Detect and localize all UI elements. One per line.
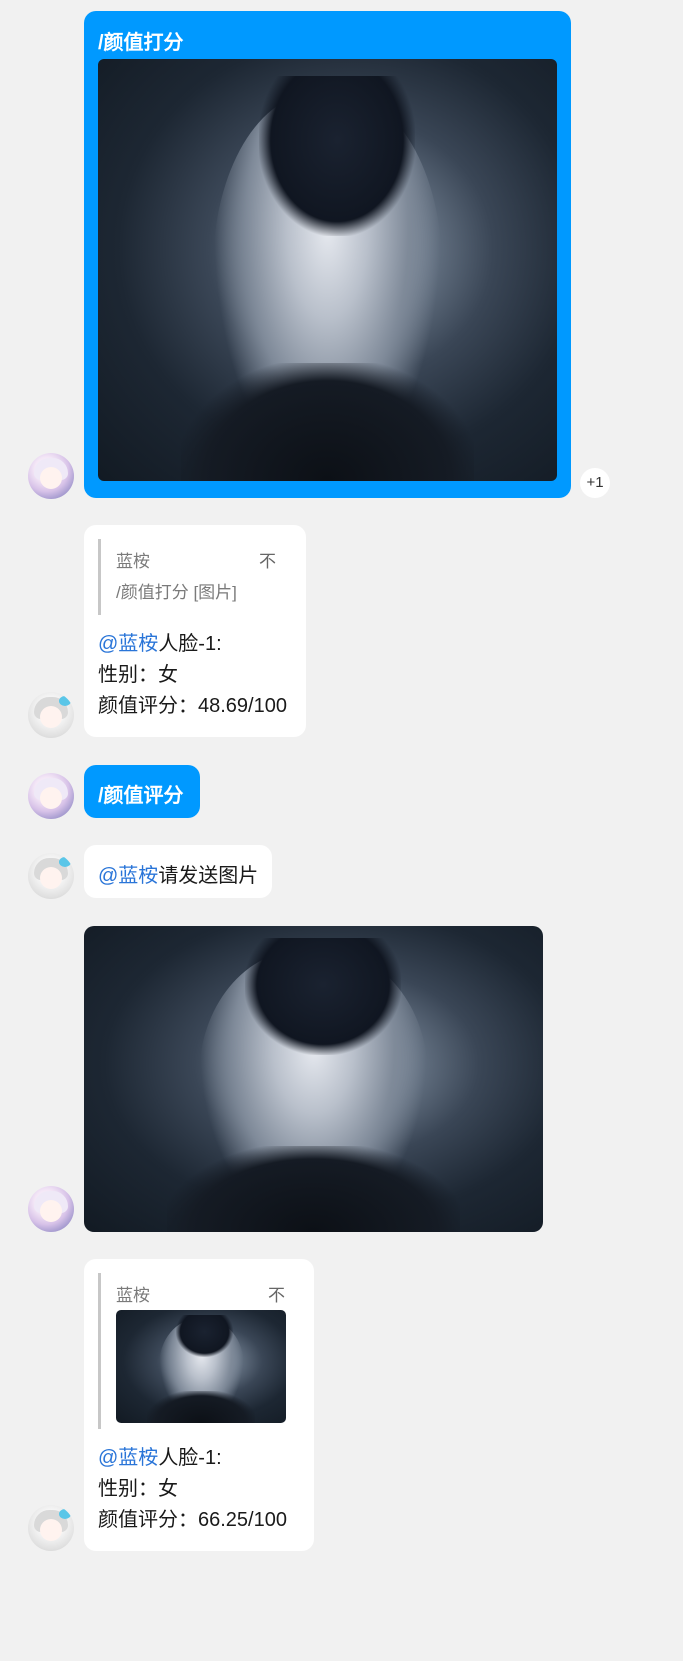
quote-author: 蓝桉 <box>116 552 150 571</box>
avatar-face <box>40 1519 62 1541</box>
avatar-face <box>40 787 62 809</box>
message-bubble-command[interactable]: /颜值评分 <box>84 765 200 818</box>
reply-line-1: @蓝桉人脸-1: <box>98 1443 287 1474</box>
quote-author: 蓝桉 <box>116 1286 150 1305</box>
message-bubble-command-image[interactable]: /颜值打分 <box>84 11 571 498</box>
user-avatar[interactable] <box>28 453 74 499</box>
image-hair <box>258 75 415 237</box>
reply-body: @蓝桉人脸-1: 性别：女 颜值评分：66.25/100 <box>98 1443 287 1536</box>
image-dress <box>146 1391 256 1423</box>
prompt-message: 请发送图片 <box>158 865 259 887</box>
avatar-face <box>40 867 62 889</box>
quote-text: /颜值打分 [图片] <box>116 583 237 602</box>
sent-image[interactable] <box>84 926 543 1232</box>
reply-line-gender: 性别：女 <box>98 1478 178 1500</box>
avatar-face <box>40 467 62 489</box>
image-hair <box>244 938 401 1055</box>
face-index: 人脸-1: <box>158 1447 222 1469</box>
bot-avatar[interactable] <box>28 692 74 738</box>
quote-corner-glyph: 不 <box>268 1286 285 1305</box>
prompt-text: @蓝桉请发送图片 <box>98 859 258 888</box>
image-hair <box>175 1314 234 1358</box>
avatar-face <box>40 706 62 728</box>
image-dress <box>180 362 475 481</box>
reply-line-gender: 性别：女 <box>98 664 178 686</box>
bot-avatar[interactable] <box>28 1505 74 1551</box>
quoted-message[interactable]: 蓝桉 不 /颜值打分 [图片] <box>98 539 291 615</box>
attached-image[interactable] <box>98 59 557 481</box>
avatar-bow <box>59 857 71 867</box>
reaction-badge[interactable]: +1 <box>580 468 610 498</box>
user-avatar[interactable] <box>28 1186 74 1232</box>
avatar-bow <box>59 1509 71 1519</box>
reply-line-score: 颜值评分：48.69/100 <box>98 695 287 717</box>
mention-link[interactable]: @蓝桉 <box>98 1447 158 1469</box>
user-avatar[interactable] <box>28 773 74 819</box>
mention-link[interactable]: @蓝桉 <box>98 865 158 887</box>
mention-link[interactable]: @蓝桉 <box>98 633 158 655</box>
reply-line-score: 颜值评分：66.25/100 <box>98 1509 287 1531</box>
quote-corner-glyph: 不 <box>259 552 276 571</box>
avatar-face <box>40 1200 62 1222</box>
bot-reply-bubble[interactable]: 蓝桉 不 /颜值打分 [图片] @蓝桉人脸-1: 性别：女 颜值评分：48.69… <box>84 525 306 737</box>
face-index: 人脸-1: <box>158 633 222 655</box>
reply-body: @蓝桉人脸-1: 性别：女 颜值评分：48.69/100 <box>98 629 287 722</box>
command-text: /颜值评分 <box>98 785 184 807</box>
avatar-bow <box>59 696 71 706</box>
bot-prompt-bubble[interactable]: @蓝桉请发送图片 <box>84 845 272 898</box>
quoted-message[interactable]: 蓝桉 不 <box>98 1273 301 1429</box>
quoted-image[interactable] <box>116 1310 286 1423</box>
reply-line-1: @蓝桉人脸-1: <box>98 629 287 660</box>
command-text: /颜值打分 <box>98 32 184 54</box>
image-dress <box>166 1146 461 1232</box>
bot-reply-bubble[interactable]: 蓝桉 不 @蓝桉人脸-1: 性别：女 颜值评分：66.25/100 <box>84 1259 314 1551</box>
bot-avatar[interactable] <box>28 853 74 899</box>
